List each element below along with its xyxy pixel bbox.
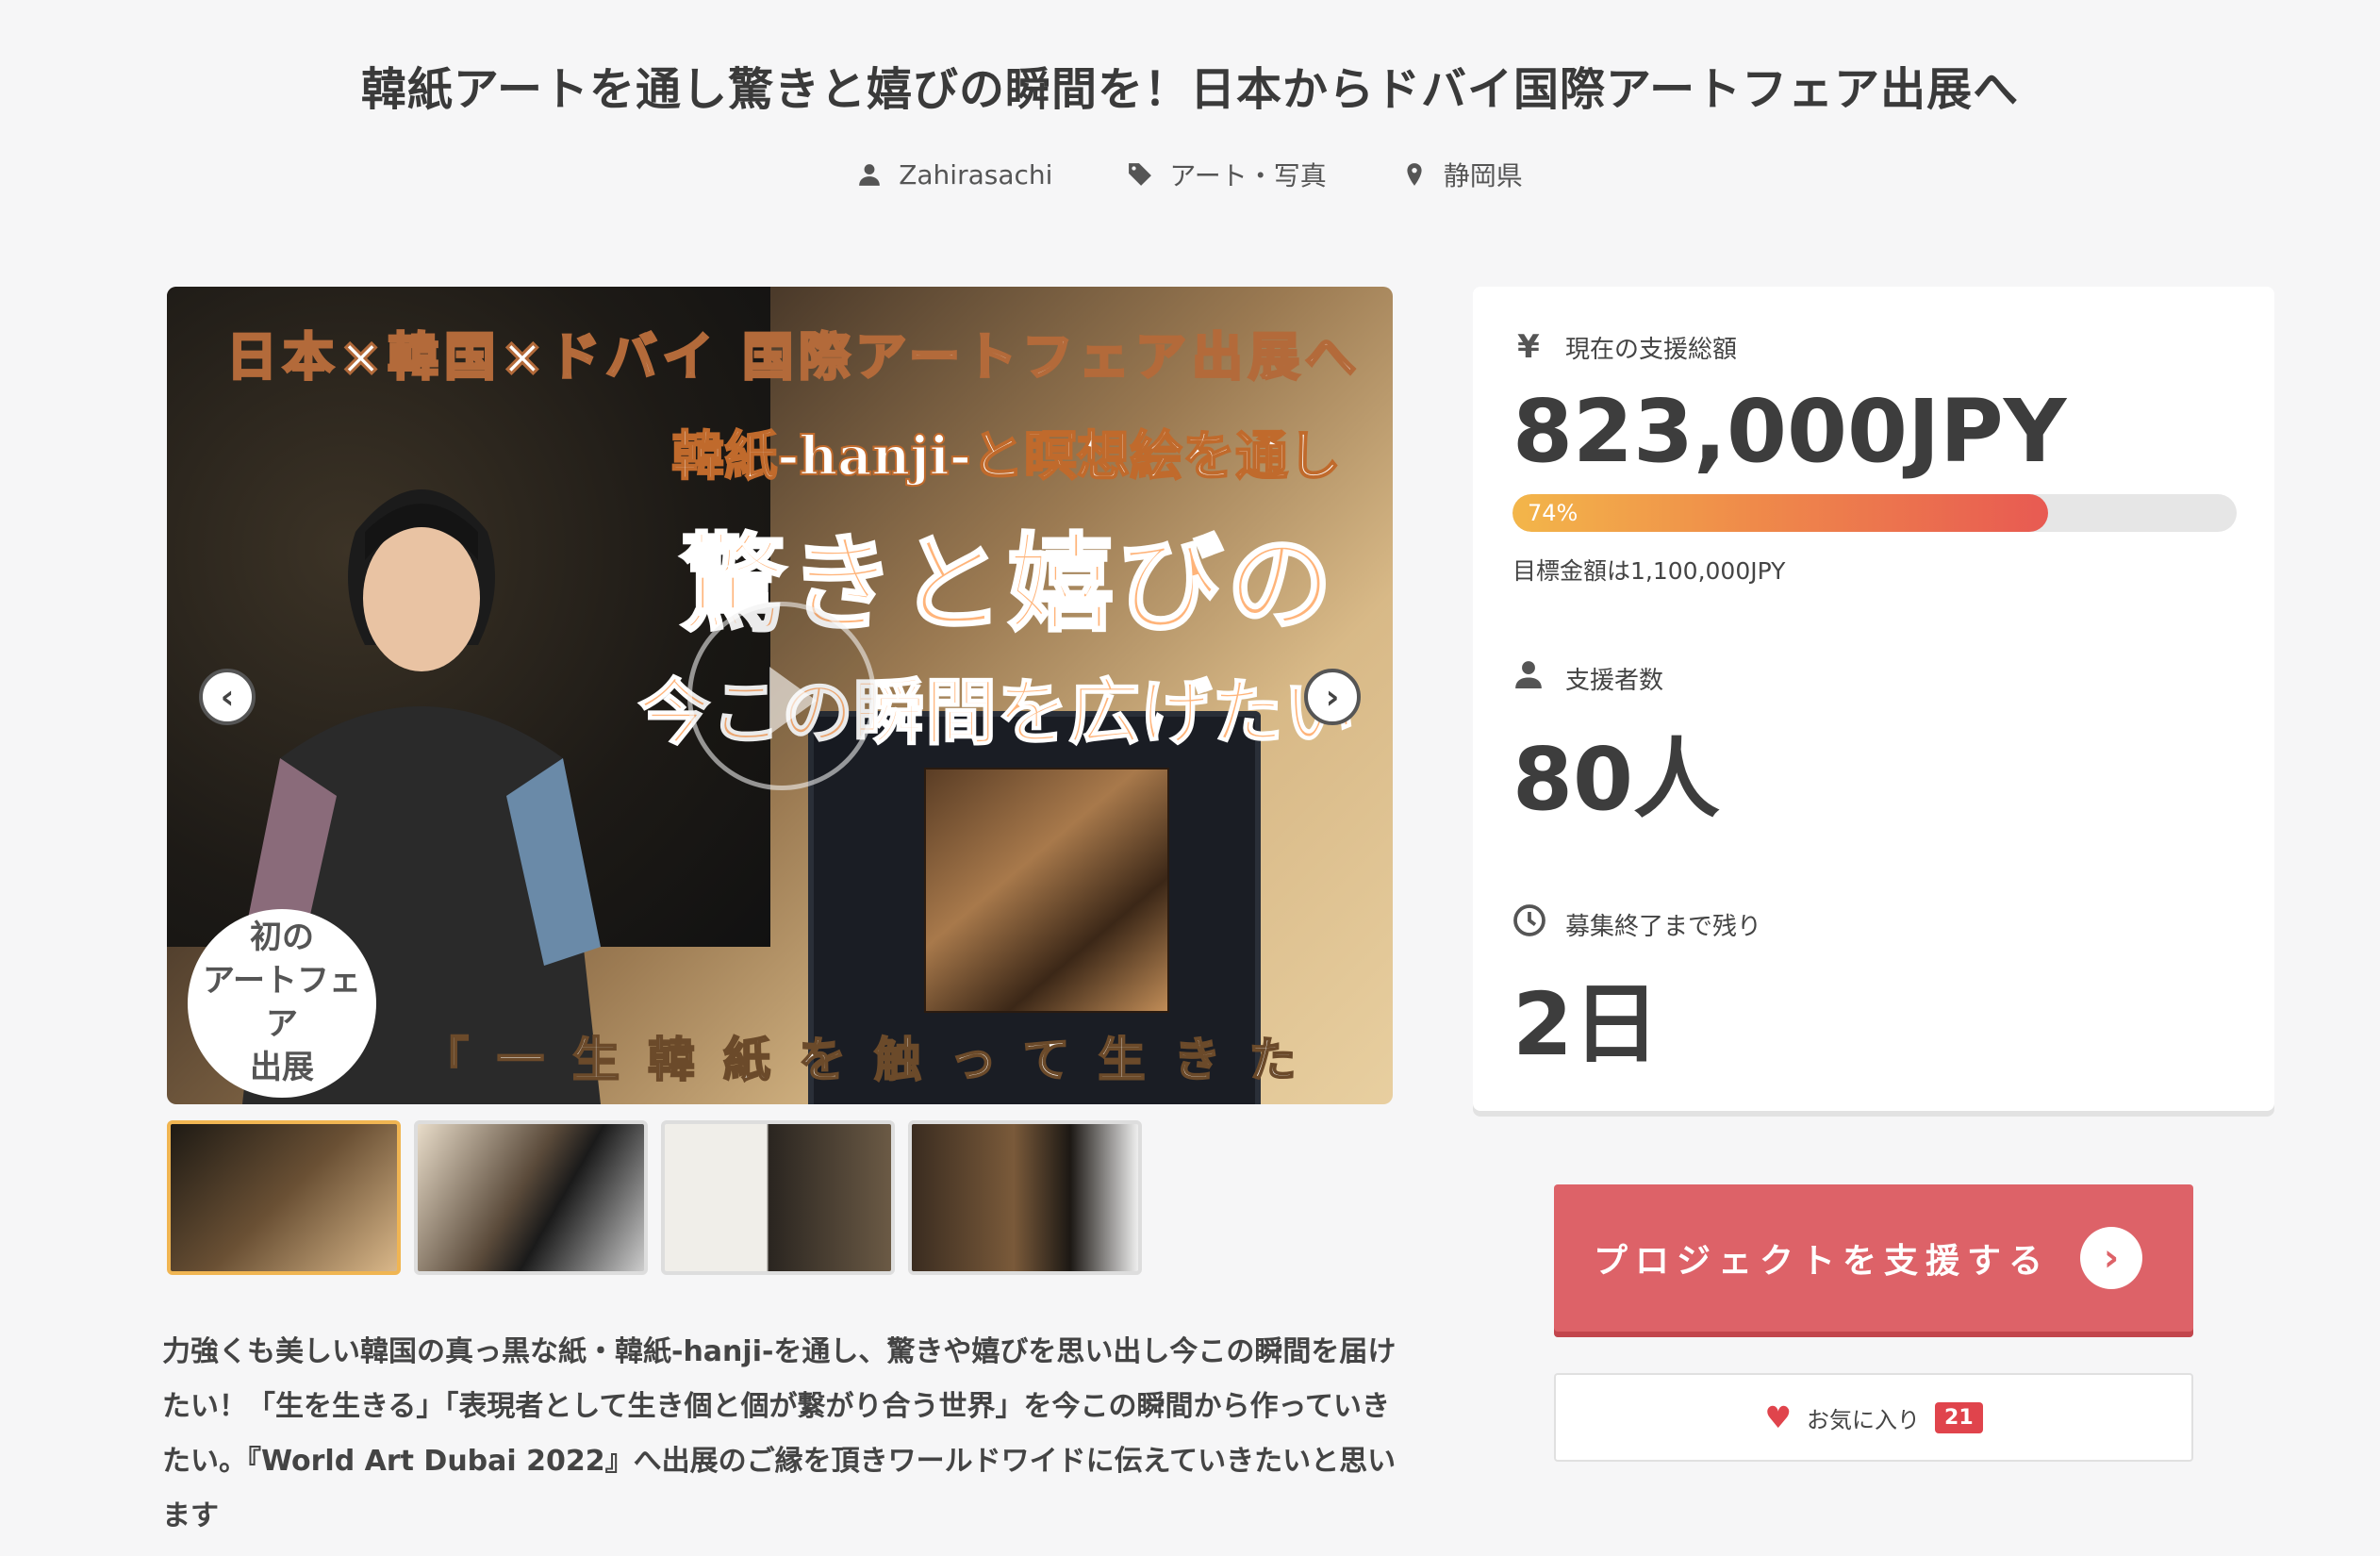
thumbnail-1[interactable] — [167, 1120, 401, 1275]
user-icon — [1512, 659, 1545, 697]
chevron-left-icon: ‹ — [220, 677, 235, 717]
play-video-button[interactable] — [687, 602, 876, 790]
project-title: 韓紙アートを通し驚きと嬉びの瞬間を！日本からドバイ国際アートフェア出展へ — [360, 63, 2020, 116]
heart-icon: ♥ — [1764, 1399, 1793, 1435]
hero-headline: 日本×韓国×ドバイ 国際アートフェア出展へ — [224, 326, 1363, 389]
progress-percent: 74% — [1528, 500, 1578, 526]
favorite-count-badge: 21 — [1935, 1401, 1983, 1433]
hero-carousel[interactable]: 日本×韓国×ドバイ 国際アートフェア出展へ 韓紙-hanji-と瞑想絵を通し 驚… — [167, 287, 1393, 1104]
favorite-label: お気に入り — [1807, 1406, 1921, 1433]
progress-fill: 74% — [1512, 494, 2049, 532]
project-meta: Zahirasachi アート・写真 静岡県 — [0, 156, 2380, 193]
total-amount: 823,000JPY — [1512, 381, 2067, 482]
chevron-right-icon: › — [2080, 1227, 2142, 1289]
carousel-next-button[interactable]: › — [1304, 669, 1361, 725]
owner-name: Zahirasachi — [899, 158, 1053, 190]
funding-progress-bar: 74% — [1512, 494, 2237, 532]
carousel-prev-button[interactable]: ‹ — [199, 669, 256, 725]
remaining-days: 2日 — [1512, 974, 1661, 1075]
goal-amount: 目標金額は1,100,000JPY — [1512, 557, 1786, 585]
hero-quote: 「一生韓紙を触って生きたい」 — [421, 1032, 1325, 1104]
support-project-button[interactable]: プロジェクトを支援する › — [1554, 1184, 2193, 1332]
location-name: 静岡県 — [1443, 160, 1523, 191]
total-label: ¥ 現在の支援総額 — [1512, 328, 1737, 366]
chevron-right-icon: › — [1325, 677, 1340, 717]
thumbnail-4[interactable] — [908, 1120, 1142, 1275]
user-icon — [859, 164, 881, 186]
backers-count: 80人 — [1512, 729, 1721, 830]
hero-subheadline: 韓紙-hanji-と瞑想絵を通し — [670, 424, 1342, 488]
map-pin-icon — [1407, 163, 1422, 186]
yen-icon: ¥ — [1517, 328, 1540, 366]
remaining-label: 募集終了まで残り — [1512, 903, 1761, 946]
clock-icon — [1512, 903, 1545, 946]
thumbnail-3[interactable] — [661, 1120, 895, 1275]
thumbnail-2[interactable] — [414, 1120, 648, 1275]
favorite-button[interactable]: ♥ お気に入り 21 — [1554, 1373, 2193, 1462]
category-name: アート・写真 — [1169, 160, 1327, 191]
thumbnail-strip — [167, 1120, 1142, 1275]
owner-link[interactable]: Zahirasachi — [857, 156, 1052, 193]
hero-badge: 初の アートフェア 出展 — [188, 909, 376, 1098]
project-description: 力強くも美しい韓国の真っ黒な紙・韓紙-hanji-を通し、驚きや嬉びを思い出し今… — [162, 1335, 1397, 1532]
tag-icon — [1129, 163, 1152, 186]
hero-artwork — [924, 768, 1169, 1013]
location-link[interactable]: 静岡県 — [1402, 156, 1523, 193]
backers-label: 支援者数 — [1512, 659, 1663, 697]
category-link[interactable]: アート・写真 — [1128, 156, 1327, 193]
funding-stats-panel: ¥ 現在の支援総額 823,000JPY 74% 目標金額は1,100,000J… — [1473, 287, 2274, 1111]
support-button-label: プロジェクトを支援する — [1594, 1242, 2051, 1281]
